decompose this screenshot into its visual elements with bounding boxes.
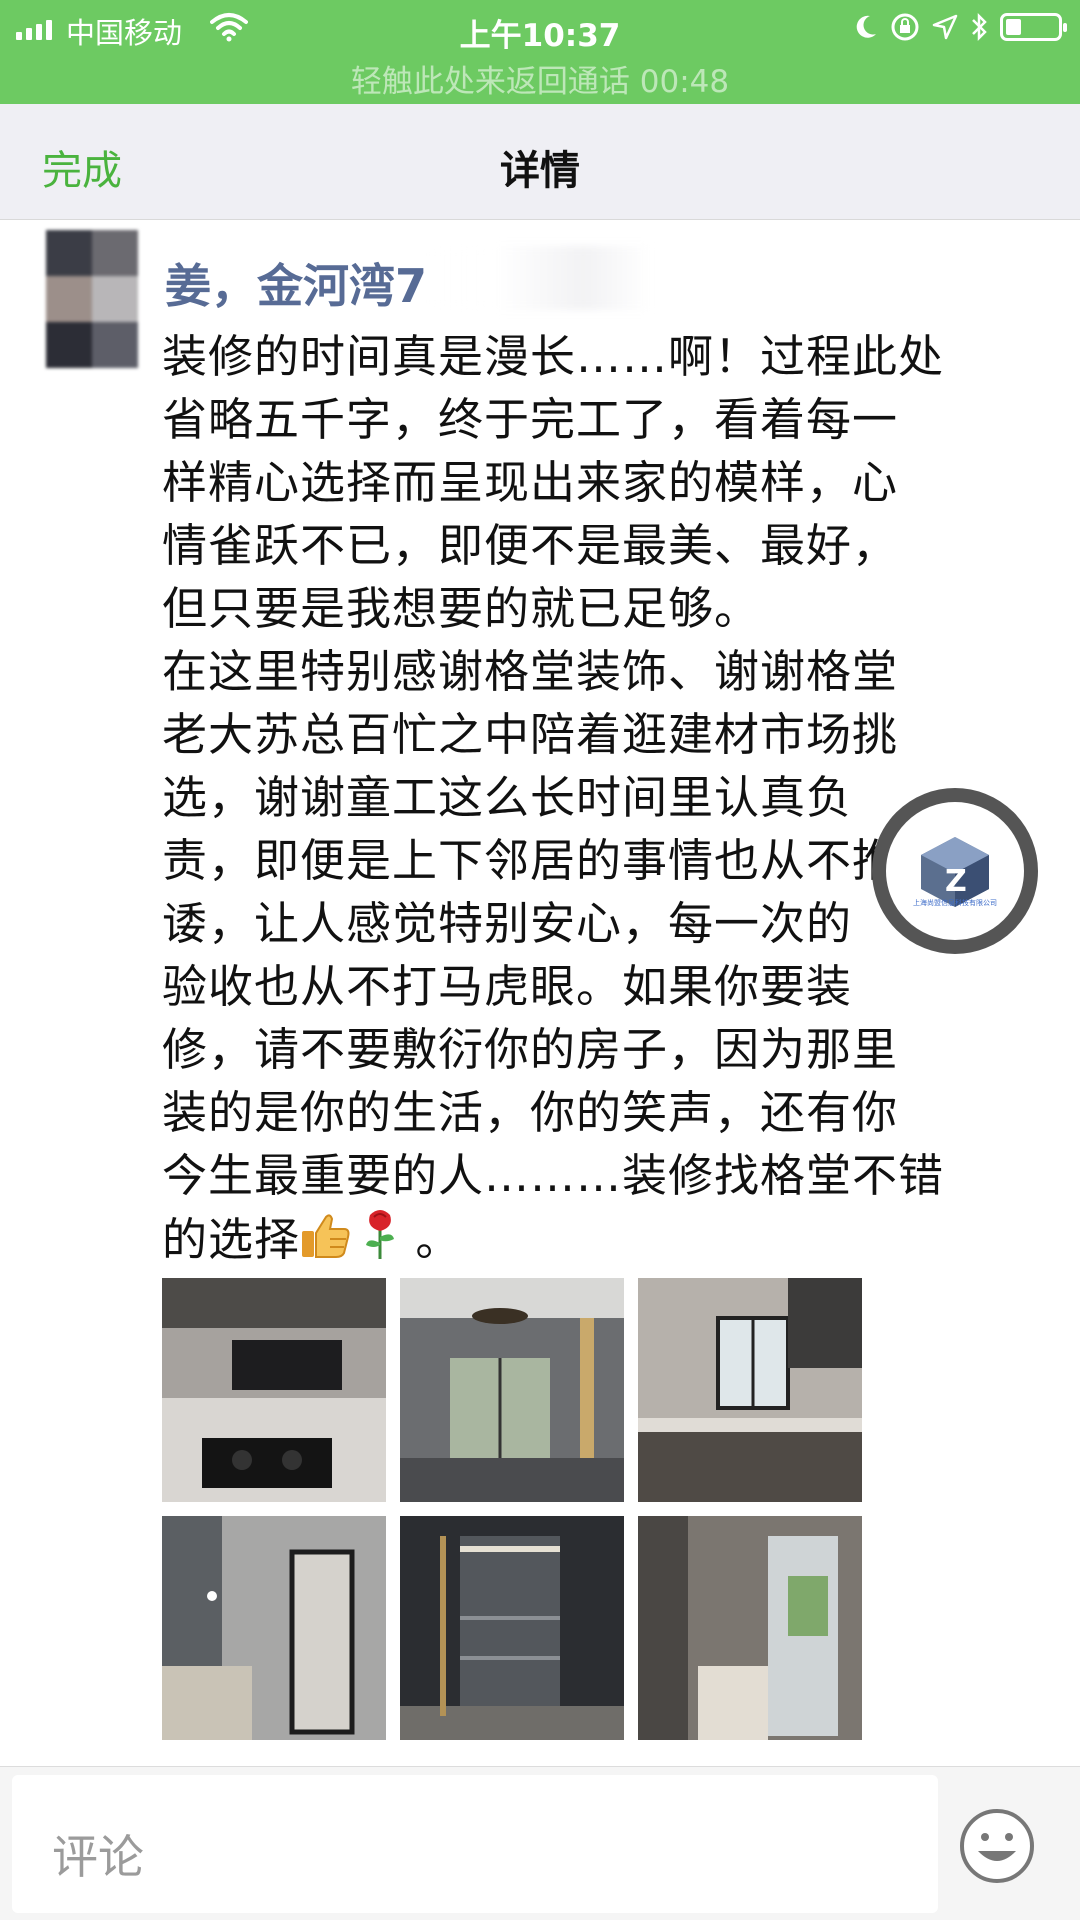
photo-bathroom[interactable] <box>162 1516 386 1740</box>
post-lines: 装修的时间真是漫长……啊！过程此处 省略五千字，终于完工了，看着每一 样精心选择而呈… <box>162 325 1040 1207</box>
status-bar: 中国移动 上午10:37 轻触此处来返回通话 00:48 <box>0 0 1080 104</box>
post-line: 情雀跃不已，即便不是最美、最好， <box>162 519 899 572</box>
avatar[interactable] <box>46 230 138 368</box>
photo-living-room[interactable] <box>400 1278 624 1502</box>
photo-bathroom-door[interactable] <box>638 1516 862 1740</box>
badge-caption: 上海尚盟信息科技有限公司 <box>913 899 997 907</box>
photo-kitchen-stove[interactable] <box>162 1278 386 1502</box>
status-icons <box>854 12 1067 42</box>
post-line: 但只要是我想要的就已足够。 <box>162 582 761 635</box>
post-line: 装的是你的生活，你的笑声，还有你 <box>162 1086 899 1139</box>
status-row: 中国移动 上午10:37 <box>0 6 1080 54</box>
rose-icon <box>360 1207 400 1277</box>
nav-bar: 完成 详情 <box>0 104 1080 220</box>
return-to-call-banner[interactable]: 轻触此处来返回通话 00:48 <box>0 56 1080 101</box>
photo-grid <box>162 1278 862 1766</box>
floating-assistant-badge[interactable]: Z 上海尚盟信息科技有限公司 <box>872 788 1038 954</box>
battery-level <box>1006 19 1021 35</box>
author-name[interactable]: 姜，金河湾7 <box>165 250 427 316</box>
post-line: 装修的时间真是漫长……啊！过程此处 <box>162 330 945 383</box>
post-line: 样精心选择而呈现出来家的模样，心 <box>162 456 899 509</box>
post-line: 老大苏总百忙之中陪着逛建材市场挑 <box>162 708 899 761</box>
comment-input[interactable]: 评论 <box>12 1775 938 1913</box>
emoji-icon[interactable] <box>958 1807 1036 1885</box>
post-line: 在这里特别感谢格堂装饰、谢谢格堂 <box>162 645 899 698</box>
location-icon <box>932 14 958 40</box>
post-line: 修，请不要敷衍你的房子，因为那里 <box>162 1023 899 1076</box>
rotation-lock-icon <box>891 13 919 41</box>
moon-icon <box>856 15 876 38</box>
redacted-name-blur <box>430 246 650 310</box>
thumbs-up-icon <box>300 1211 352 1277</box>
post-line-text: 的选择 <box>162 1213 301 1266</box>
comment-placeholder: 评论 <box>52 1830 144 1884</box>
comment-bar: 评论 <box>0 1766 1080 1920</box>
bluetooth-icon <box>972 12 987 42</box>
post-line: 验收也从不打马虎眼。如果你要装 <box>162 960 853 1013</box>
post-line-end: 。 <box>400 1213 462 1266</box>
photo-kitchen-window[interactable] <box>638 1278 862 1502</box>
post-line: 今生最重要的人………装修找格堂不错 <box>162 1149 945 1202</box>
battery-icon <box>1000 13 1067 41</box>
svg-text:Z: Z <box>945 864 967 899</box>
post-line: 省略五千字，终于完工了，看着每一 <box>162 393 899 446</box>
post-line-last: 的选择 。 <box>162 1207 1040 1277</box>
photo-wardrobe[interactable] <box>400 1516 624 1740</box>
page-title: 详情 <box>500 148 580 194</box>
